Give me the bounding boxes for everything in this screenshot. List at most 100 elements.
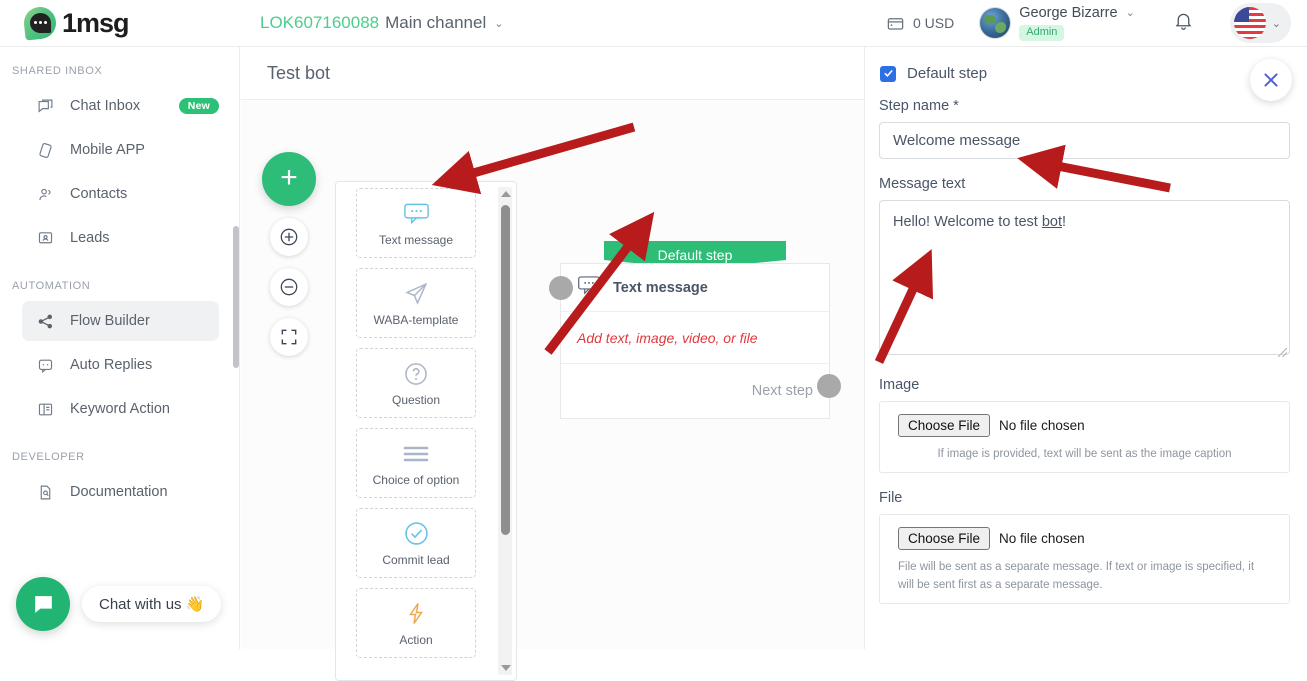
brand-name: 1msg [62, 7, 130, 38]
default-step-label: Default step [907, 65, 988, 82]
palette-scrollbar[interactable] [498, 187, 512, 675]
notifications-button[interactable] [1173, 10, 1194, 36]
textarea-resize-handle[interactable] [1278, 348, 1287, 357]
flow-node-next-label: Next step [751, 383, 813, 399]
add-step-button[interactable]: + [262, 152, 316, 206]
keyword-icon [34, 401, 56, 418]
flow-node-placeholder: Add text, image, video, or file [577, 329, 758, 346]
file-choose-file-button[interactable]: Choose File [898, 527, 991, 551]
sidebar-item-label: Contacts [70, 186, 128, 202]
palette-item-action[interactable]: Action [356, 588, 476, 658]
sidebar-item-auto-replies[interactable]: Auto Replies [22, 345, 219, 385]
node-input-port[interactable] [549, 276, 573, 300]
palette-item-label: WABA-template [373, 312, 459, 327]
palette-item-question[interactable]: Question [356, 348, 476, 418]
zoom-in-button[interactable] [270, 218, 308, 256]
sidebar-item-mobile-app[interactable]: Mobile APP [22, 130, 219, 170]
node-palette-list: Text message WABA-template Question Choi… [336, 182, 501, 668]
flow-node-content-row[interactable]: Add text, image, video, or file [561, 312, 829, 364]
chat-widget-button[interactable] [16, 577, 70, 631]
chat-widget-label[interactable]: Chat with us 👋 [82, 586, 222, 622]
flow-node-type-row: Text message [561, 264, 829, 312]
new-badge: New [178, 98, 219, 114]
flow-canvas[interactable]: + Text message WABA-template Question Ch… [233, 101, 864, 681]
top-bar-right: 0 USD George Bizarre ⌄ Admin ⌄ [886, 3, 1307, 43]
zoom-out-icon [280, 278, 298, 296]
image-hint: If image is provided, text will be sent … [937, 448, 1232, 460]
zoom-in-icon [280, 228, 298, 246]
file-file-control[interactable]: Choose File No file chosen [880, 527, 1289, 551]
flow-node-type-label: Text message [613, 279, 708, 296]
image-choose-file-button[interactable]: Choose File [898, 414, 991, 437]
palette-item-label: Text message [378, 232, 454, 247]
palette-item-text-message[interactable]: Text message [356, 188, 476, 258]
wallet-icon [887, 17, 904, 30]
canvas-controls: + [262, 152, 316, 356]
sidebar-item-chat-inbox[interactable]: Chat Inbox New [22, 86, 219, 126]
palette-item-waba-template[interactable]: WABA-template [356, 268, 476, 338]
scroll-down-arrow-icon[interactable] [501, 665, 511, 671]
bell-icon [1175, 13, 1192, 30]
chevron-down-icon: ⌄ [494, 17, 504, 30]
message-text-input[interactable] [879, 200, 1290, 355]
image-upload-box[interactable]: Choose File No file chosen If image is p… [879, 401, 1290, 474]
node-output-port[interactable] [817, 374, 841, 398]
leads-icon [34, 230, 56, 247]
palette-item-label: Action [399, 632, 433, 647]
image-no-file-text: No file chosen [999, 418, 1085, 433]
close-panel-button[interactable] [1250, 59, 1292, 101]
scroll-up-arrow-icon[interactable] [501, 191, 511, 197]
zoom-out-button[interactable] [270, 268, 308, 306]
sidebar-item-leads[interactable]: Leads [22, 218, 219, 258]
file-upload-box[interactable]: Choose File No file chosen File will be … [879, 514, 1290, 604]
default-step-checkbox[interactable] [880, 65, 896, 82]
fit-screen-icon [281, 329, 297, 345]
flow-node-body[interactable]: Text message Add text, image, video, or … [549, 263, 841, 419]
sidebar-item-documentation[interactable]: Documentation [22, 472, 219, 512]
lightning-bolt-icon [404, 600, 428, 628]
sidebar-item-label: Auto Replies [70, 357, 153, 373]
user-menu[interactable]: George Bizarre ⌄ Admin [980, 5, 1135, 41]
file-label: File [879, 490, 903, 507]
main-area: Test bot + Text message WABA-template Qu… [233, 47, 864, 681]
us-flag-icon [1233, 7, 1266, 39]
sidebar-item-label: Documentation [70, 484, 168, 500]
message-text-wrapper: Hello! Welcome to test bot! [879, 200, 1290, 360]
check-circle-icon [403, 520, 430, 548]
flow-node-default-step[interactable]: Default step Text message Add text, imag… [549, 241, 841, 419]
sidebar-item-label: Flow Builder [70, 313, 150, 329]
channel-name: Main channel [385, 13, 487, 32]
channel-selector[interactable]: LOK607160088 Main channel ⌄ [260, 13, 503, 33]
sidebar: SHARED INBOX Chat Inbox New Mobile APP C… [0, 47, 240, 649]
fit-screen-button[interactable] [270, 318, 308, 356]
palette-item-label: Choice of option [372, 472, 460, 487]
palette-item-choice-of-option[interactable]: Choice of option [356, 428, 476, 498]
paper-plane-icon [403, 280, 430, 308]
palette-item-label: Question [391, 392, 441, 407]
chat-widget[interactable]: Chat with us 👋 [16, 577, 222, 631]
sidebar-item-keyword-action[interactable]: Keyword Action [22, 389, 219, 429]
user-name: George Bizarre [1019, 5, 1118, 22]
sidebar-item-contacts[interactable]: Contacts [22, 174, 219, 214]
node-palette[interactable]: Text message WABA-template Question Choi… [335, 181, 517, 681]
default-step-checkbox-row[interactable]: Default step [880, 65, 1285, 82]
palette-item-commit-lead[interactable]: Commit lead [356, 508, 476, 578]
palette-scrollbar-thumb[interactable] [501, 205, 510, 535]
wallet-balance[interactable]: 0 USD [886, 14, 954, 33]
chevron-down-icon: ⌄ [1125, 7, 1135, 20]
palette-item-label: Commit lead [382, 552, 450, 567]
list-lines-icon [401, 440, 431, 468]
plus-icon: + [280, 160, 298, 194]
step-name-input[interactable] [879, 122, 1290, 159]
canvas-scrollbar[interactable] [233, 226, 239, 368]
flow-node-next-row[interactable]: Next step [561, 364, 829, 418]
file-no-file-text: No file chosen [999, 531, 1085, 547]
brand-logo[interactable]: 1msg [0, 5, 225, 41]
text-message-icon [403, 200, 430, 228]
share-nodes-icon [34, 313, 56, 330]
language-selector[interactable]: ⌄ [1229, 3, 1291, 43]
image-file-control[interactable]: Choose File No file chosen [880, 414, 1289, 437]
contacts-icon [34, 186, 56, 203]
auto-reply-icon [34, 357, 56, 374]
sidebar-item-flow-builder[interactable]: Flow Builder [22, 301, 219, 341]
